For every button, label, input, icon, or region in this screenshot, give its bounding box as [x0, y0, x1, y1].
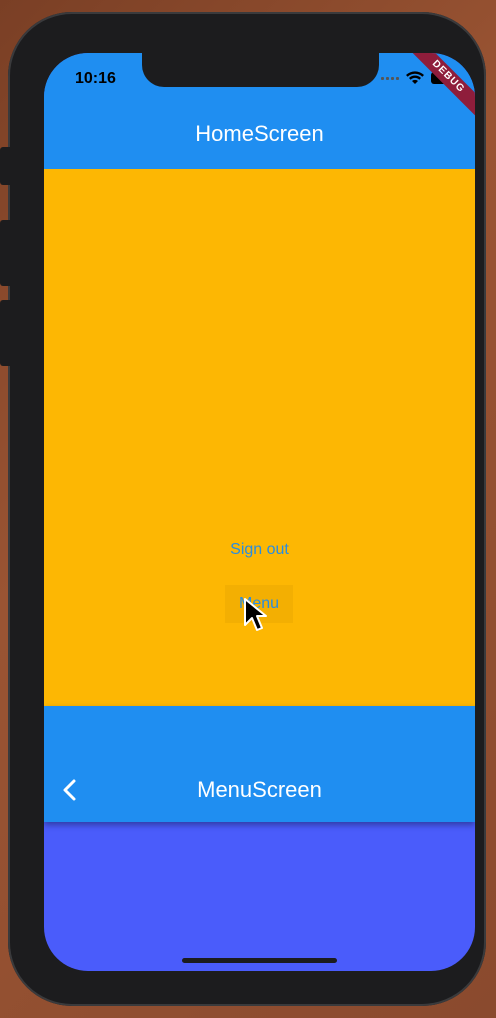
phone-screen: 10:16 DEBUG HomeScreen Sign out Menu Men…	[44, 53, 475, 971]
home-indicator[interactable]	[182, 958, 337, 963]
cellular-signal-icon	[381, 76, 399, 80]
mute-switch	[0, 147, 10, 185]
home-app-bar: 10:16 DEBUG HomeScreen	[44, 53, 475, 169]
wifi-icon	[406, 71, 424, 84]
phone-frame: 10:16 DEBUG HomeScreen Sign out Menu Men…	[0, 12, 486, 1006]
debug-banner: DEBUG	[403, 53, 475, 122]
notch	[142, 53, 379, 87]
volume-down-button	[0, 300, 10, 366]
home-title: HomeScreen	[195, 121, 324, 146]
sign-out-button[interactable]: Sign out	[44, 541, 475, 559]
menu-app-bar: MenuScreen	[44, 706, 475, 822]
status-time: 10:16	[75, 70, 116, 87]
volume-up-button	[0, 220, 10, 286]
menu-title: MenuScreen	[197, 777, 322, 802]
mouse-cursor-icon	[244, 598, 267, 631]
